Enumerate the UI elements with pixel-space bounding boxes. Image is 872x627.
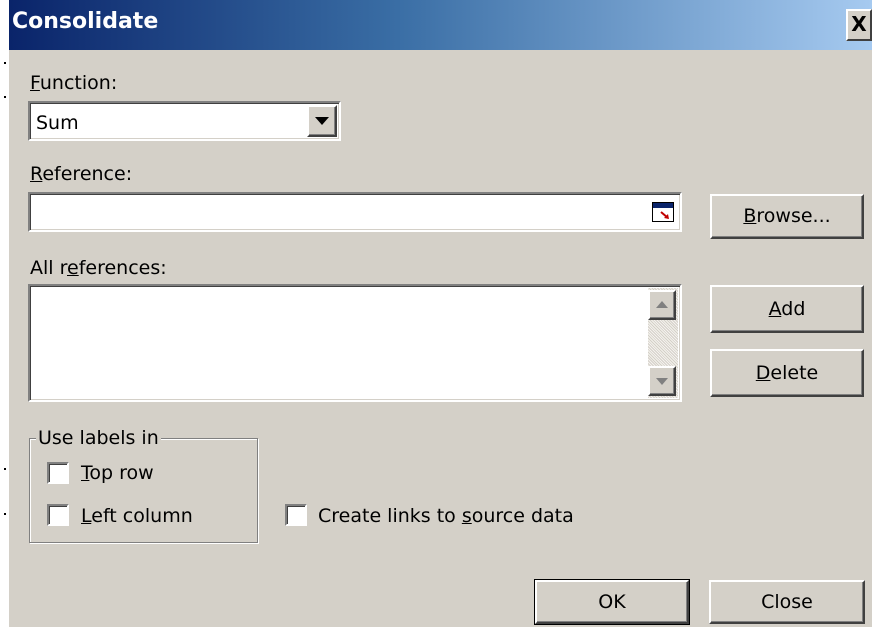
function-dropdown-button[interactable] bbox=[307, 105, 337, 137]
browse-button[interactable]: Browse... bbox=[710, 194, 864, 239]
use-labels-group-title: Use labels in bbox=[36, 427, 161, 449]
scroll-down-button[interactable] bbox=[648, 366, 676, 396]
title-bar[interactable]: Consolidate X bbox=[9, 0, 872, 50]
ok-button[interactable]: OK bbox=[534, 579, 690, 625]
scroll-up-button[interactable] bbox=[648, 290, 676, 320]
close-button[interactable]: Close bbox=[709, 580, 865, 624]
edge-tick bbox=[4, 96, 6, 98]
delete-button[interactable]: Delete bbox=[710, 349, 864, 397]
top-row-checkbox[interactable] bbox=[47, 462, 69, 484]
edge-tick bbox=[4, 468, 6, 470]
close-icon: X bbox=[851, 12, 867, 36]
edge-tick bbox=[4, 62, 6, 64]
function-label: Function: bbox=[30, 72, 118, 94]
function-selected-value: Sum bbox=[36, 112, 79, 134]
left-column-label[interactable]: Left column bbox=[81, 505, 193, 527]
use-labels-group bbox=[29, 438, 258, 543]
function-select[interactable]: Sum bbox=[28, 101, 341, 141]
left-edge bbox=[0, 0, 9, 627]
create-links-label[interactable]: Create links to source data bbox=[318, 505, 574, 527]
left-column-checkbox[interactable] bbox=[47, 504, 69, 526]
all-references-label: All references: bbox=[30, 257, 167, 279]
chevron-down-icon bbox=[656, 378, 668, 385]
window-title: Consolidate bbox=[12, 9, 159, 34]
edge-tick bbox=[4, 513, 6, 515]
all-references-list[interactable] bbox=[28, 284, 682, 402]
create-links-checkbox[interactable] bbox=[285, 504, 307, 526]
top-row-label[interactable]: Top row bbox=[81, 462, 154, 484]
close-window-button[interactable]: X bbox=[846, 9, 872, 41]
reference-label: Reference: bbox=[30, 163, 133, 185]
chevron-down-icon bbox=[315, 117, 329, 125]
collapse-dialog-icon[interactable] bbox=[652, 202, 674, 222]
reference-input[interactable] bbox=[28, 192, 682, 232]
chevron-up-icon bbox=[656, 301, 668, 308]
add-button[interactable]: Add bbox=[710, 285, 864, 333]
